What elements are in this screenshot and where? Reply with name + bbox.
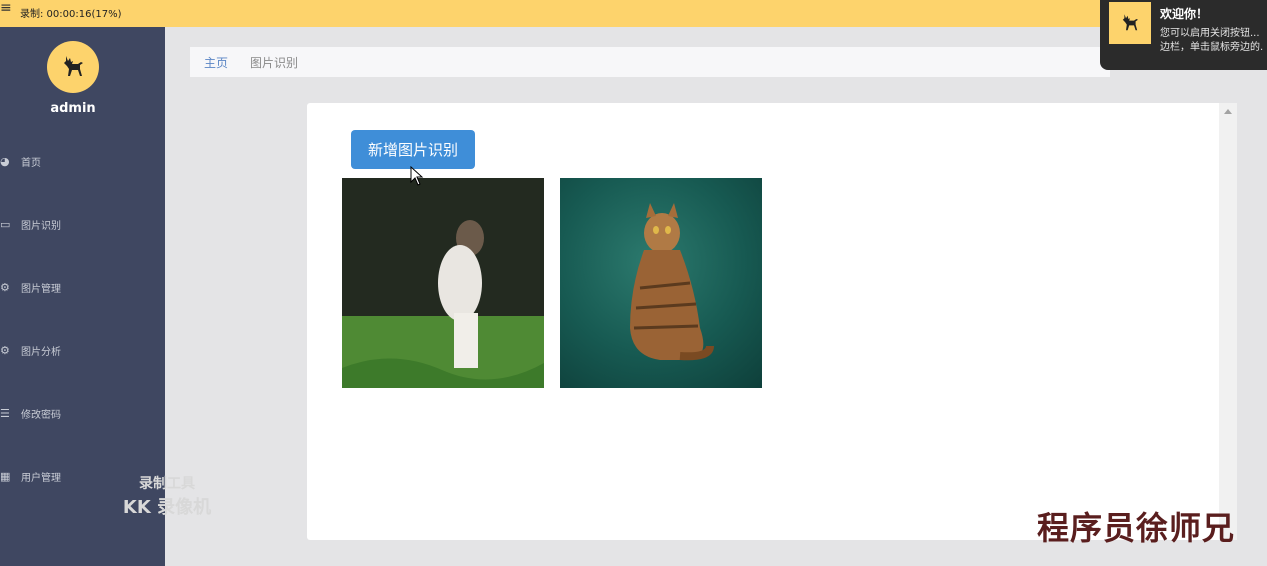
author-watermark: 程序员徐师兄 [1037,509,1236,547]
sidebar-item-label: 图片识别 [21,221,61,232]
sidebar-item-label: 图片管理 [21,284,61,295]
content-panel: 新增图片识别 [307,103,1237,540]
menu-toggle-icon[interactable]: ≡ [0,1,14,16]
sidebar-item-label: 用户管理 [21,473,61,484]
dog-image [342,178,544,388]
cat-image [630,203,714,361]
image-thumbnail[interactable] [342,178,544,388]
recorder-watermark: 录制工具 KK 录像机 [112,473,222,519]
avatar[interactable] [47,41,99,93]
toast-title: 欢迎你！ [1160,7,1209,21]
sidebar-nav: ◕ 首页 ▭ 图片识别 ⚙ 图片管理 ⚙ 图片分析 ☰ 修改密码 ▦ 用户管理 [0,130,165,508]
recorder-watermark-line2: KK 录像机 [122,497,212,518]
scroll-up-arrow-icon[interactable] [1224,109,1232,114]
sidebar-item-home[interactable]: ◕ 首页 [0,130,165,193]
toast-body: 您可以启用关闭按钮... 边栏，单击鼠标旁边的... [1160,27,1264,55]
deer-icon [64,56,83,76]
breadcrumb-home-link[interactable]: 主页 [204,54,228,71]
add-image-recognition-button[interactable]: 新增图片识别 [351,130,475,169]
grid-icon: ▦ [0,469,11,483]
breadcrumb: 主页 图片识别 [190,47,1110,77]
toast-body-line1: 您可以启用关闭按钮... [1160,28,1260,39]
sidebar-item-image-analysis[interactable]: ⚙ 图片分析 [0,319,165,382]
deer-icon [1122,14,1138,31]
scrollbar[interactable] [1219,103,1237,540]
mouse-cursor-icon [410,166,424,186]
monitor-icon: ▭ [0,217,11,231]
sidebar-item-label: 图片分析 [21,347,61,358]
sidebar-item-image-recognition[interactable]: ▭ 图片识别 [0,193,165,256]
gears-icon: ⚙ [0,343,10,357]
top-bar: ≡ 录制: 00:00:16(17%) [0,0,1267,27]
sidebar-item-label: 首页 [21,158,41,169]
toast-body-line2: 边栏，单击鼠标旁边的... [1160,42,1264,53]
welcome-toast: 欢迎你！ 您可以启用关闭按钮... 边栏，单击鼠标旁边的... [1100,0,1267,70]
username: admin [50,101,96,116]
dashboard-icon: ◕ [0,154,10,168]
toast-avatar [1109,2,1151,44]
sidebar-item-change-password[interactable]: ☰ 修改密码 [0,382,165,445]
sidebar-item-image-management[interactable]: ⚙ 图片管理 [0,256,165,319]
recorder-watermark-line1: 录制工具 [139,476,195,492]
recording-status: 录制: 00:00:16(17%) [20,9,122,20]
breadcrumb-current: 图片识别 [250,55,299,70]
gears-icon: ⚙ [0,280,10,294]
image-thumbnail[interactable] [560,178,762,388]
list-icon: ☰ [0,406,10,420]
sidebar-item-label: 修改密码 [21,410,61,421]
